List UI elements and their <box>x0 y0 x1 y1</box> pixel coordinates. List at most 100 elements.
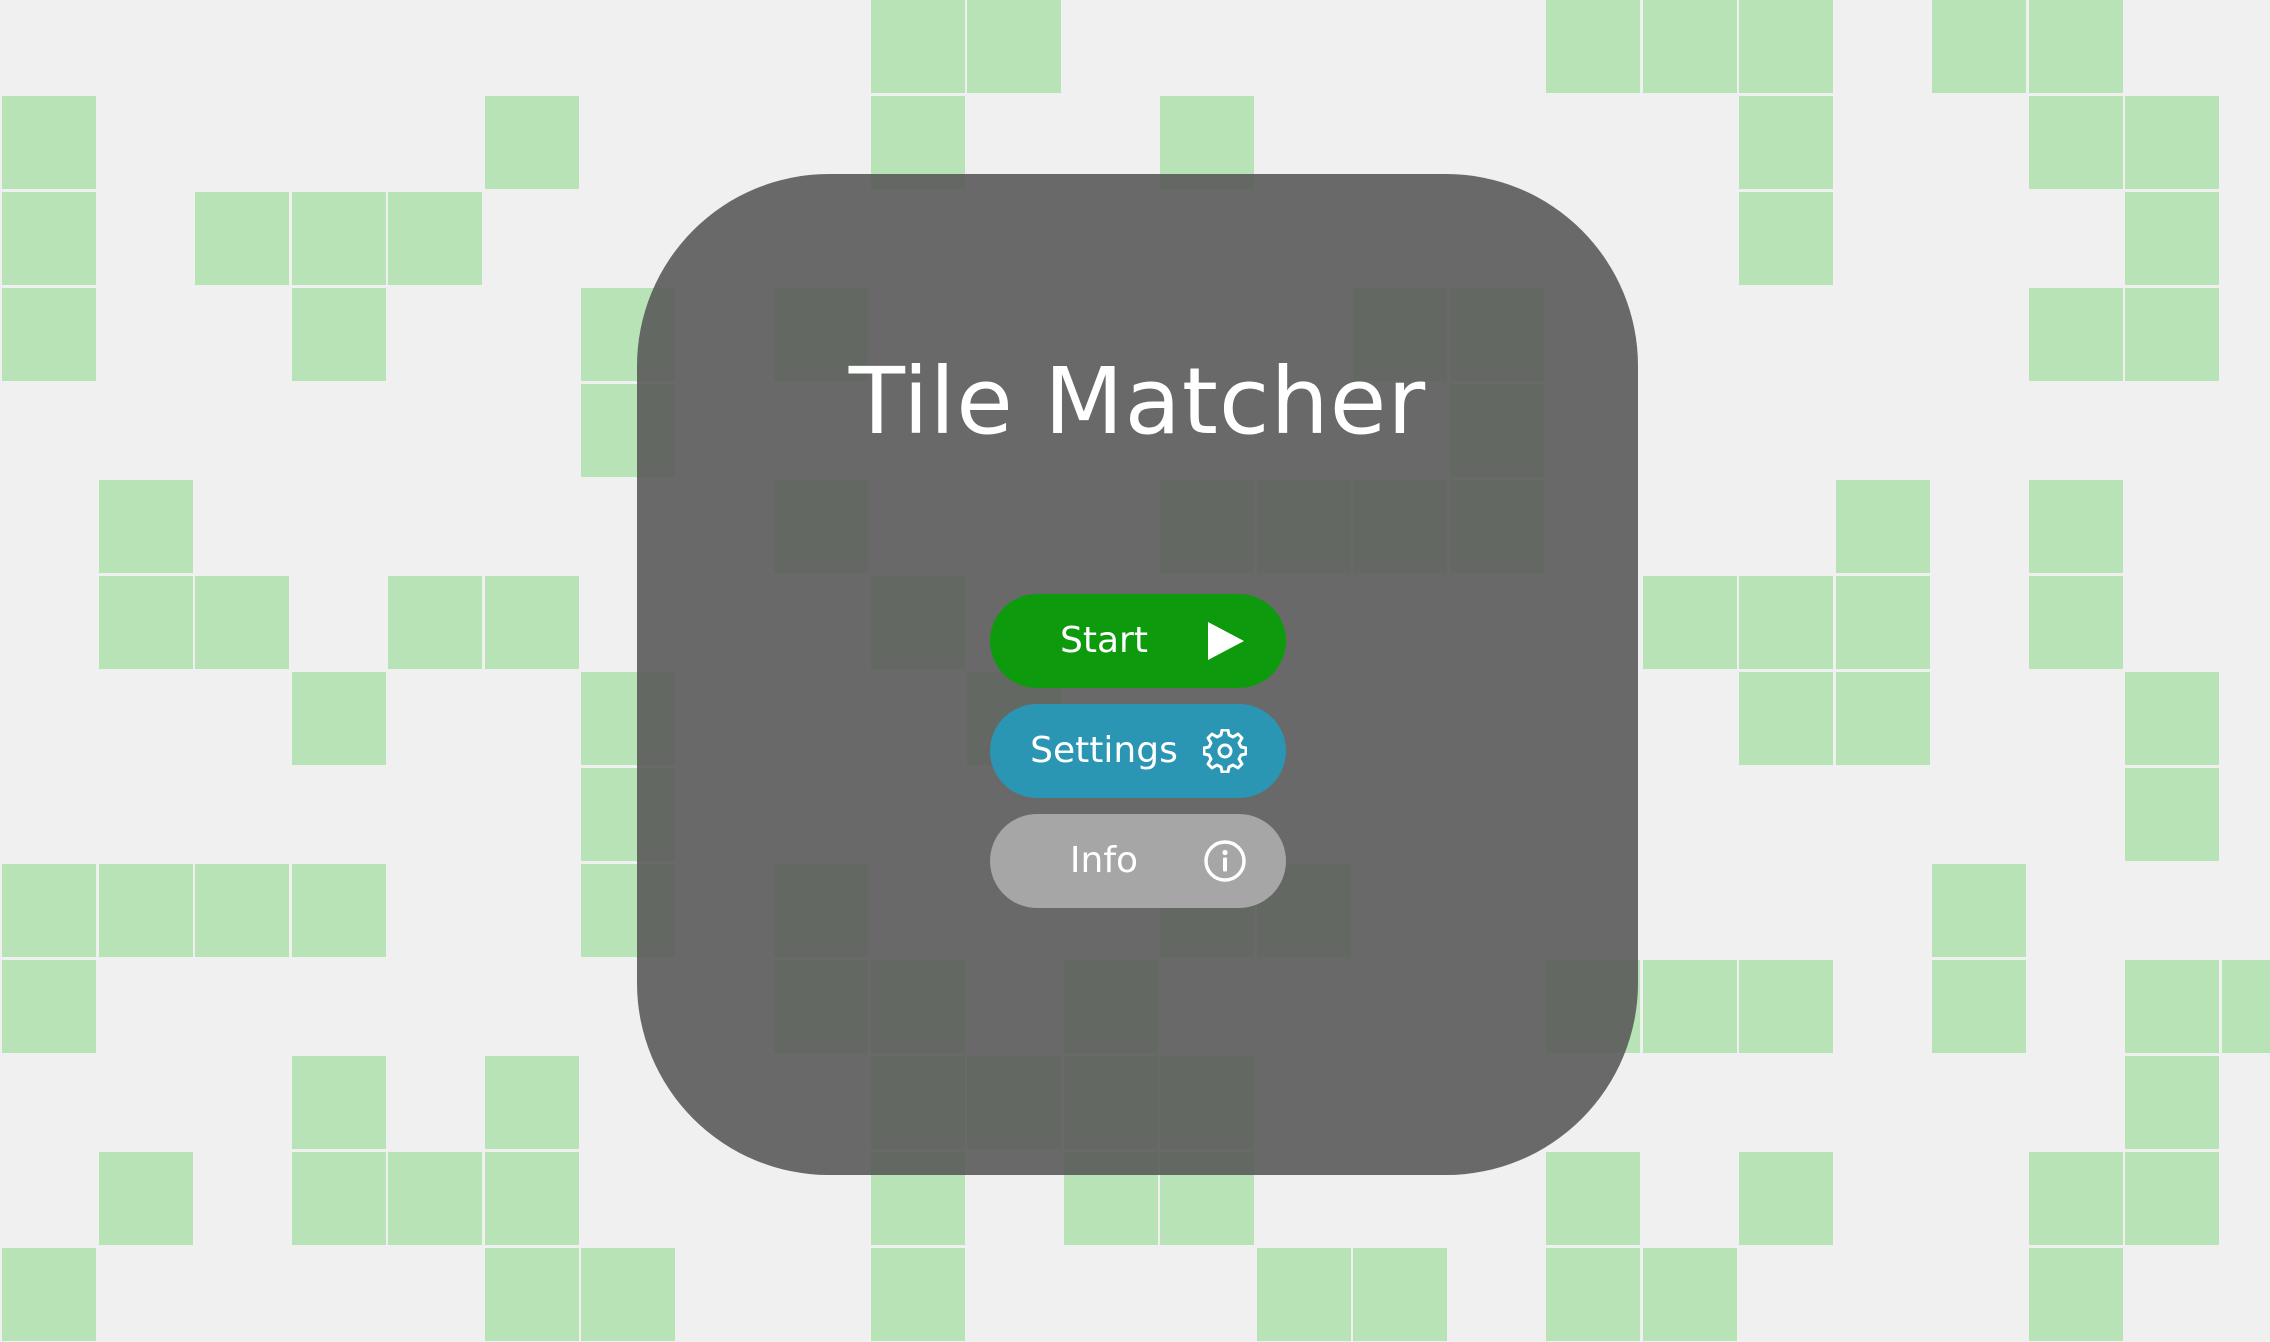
tile-empty[interactable] <box>2221 576 2270 669</box>
tile-filled[interactable] <box>2028 96 2123 189</box>
tile-empty[interactable] <box>774 1248 868 1341</box>
tile-empty[interactable] <box>98 288 193 381</box>
tile-filled[interactable] <box>1835 480 1930 573</box>
tile-filled[interactable] <box>195 192 289 285</box>
tile-filled[interactable] <box>2 96 96 189</box>
tile-empty[interactable] <box>1739 384 1833 477</box>
tile-empty[interactable] <box>291 96 386 189</box>
tile-empty[interactable] <box>484 864 579 957</box>
tile-empty[interactable] <box>1835 1152 1930 1245</box>
tile-empty[interactable] <box>1642 1056 1737 1149</box>
tile-empty[interactable] <box>1932 1152 2026 1245</box>
tile-empty[interactable] <box>2125 864 2219 957</box>
tile-empty[interactable] <box>1642 96 1737 189</box>
tile-filled[interactable] <box>1739 0 1833 93</box>
tile-empty[interactable] <box>1932 288 2026 381</box>
tile-filled[interactable] <box>291 864 386 957</box>
tile-filled[interactable] <box>1739 96 1833 189</box>
tile-empty[interactable] <box>1835 384 1930 477</box>
tile-empty[interactable] <box>484 0 579 93</box>
tile-filled[interactable] <box>2 192 96 285</box>
tile-empty[interactable] <box>1835 1056 1930 1149</box>
info-button[interactable]: Info <box>990 814 1286 908</box>
tile-empty[interactable] <box>1932 1248 2026 1341</box>
tile-empty[interactable] <box>1835 288 1930 381</box>
tile-filled[interactable] <box>291 288 386 381</box>
tile-empty[interactable] <box>195 384 289 477</box>
tile-empty[interactable] <box>1642 1152 1737 1245</box>
tile-empty[interactable] <box>98 768 193 861</box>
tile-filled[interactable] <box>98 1152 193 1245</box>
tile-empty[interactable] <box>388 1248 482 1341</box>
tile-empty[interactable] <box>1160 0 1254 93</box>
tile-empty[interactable] <box>484 288 579 381</box>
tile-empty[interactable] <box>1642 288 1737 381</box>
tile-empty[interactable] <box>388 960 482 1053</box>
tile-empty[interactable] <box>1932 1056 2026 1149</box>
tile-filled[interactable] <box>2125 1056 2219 1149</box>
tile-filled[interactable] <box>1739 960 1833 1053</box>
tile-empty[interactable] <box>1932 96 2026 189</box>
tile-filled[interactable] <box>1932 864 2026 957</box>
tile-filled[interactable] <box>484 96 579 189</box>
tile-filled[interactable] <box>2 864 96 957</box>
tile-empty[interactable] <box>1642 192 1737 285</box>
tile-empty[interactable] <box>195 1152 289 1245</box>
tile-empty[interactable] <box>484 672 579 765</box>
tile-filled[interactable] <box>388 192 482 285</box>
tile-empty[interactable] <box>581 1152 675 1245</box>
tile-empty[interactable] <box>195 288 289 381</box>
tile-filled[interactable] <box>484 1248 579 1341</box>
tile-empty[interactable] <box>1739 480 1833 573</box>
tile-filled[interactable] <box>484 1152 579 1245</box>
tile-empty[interactable] <box>195 672 289 765</box>
tile-empty[interactable] <box>2028 864 2123 957</box>
tile-filled[interactable] <box>291 1152 386 1245</box>
tile-empty[interactable] <box>388 96 482 189</box>
tile-empty[interactable] <box>195 96 289 189</box>
tile-empty[interactable] <box>484 480 579 573</box>
tile-filled[interactable] <box>2 960 96 1053</box>
tile-empty[interactable] <box>291 576 386 669</box>
tile-filled[interactable] <box>2028 1248 2123 1341</box>
tile-empty[interactable] <box>98 672 193 765</box>
tile-empty[interactable] <box>388 288 482 381</box>
tile-empty[interactable] <box>388 768 482 861</box>
tile-empty[interactable] <box>2125 0 2219 93</box>
tile-empty[interactable] <box>1835 1248 1930 1341</box>
tile-filled[interactable] <box>1256 1248 1351 1341</box>
tile-filled[interactable] <box>2125 768 2219 861</box>
tile-empty[interactable] <box>2221 672 2270 765</box>
tile-empty[interactable] <box>2221 1056 2270 1149</box>
tile-empty[interactable] <box>2221 192 2270 285</box>
tile-empty[interactable] <box>1449 0 1544 93</box>
tile-filled[interactable] <box>195 864 289 957</box>
tile-filled[interactable] <box>870 1248 965 1341</box>
tile-empty[interactable] <box>2 0 96 93</box>
tile-filled[interactable] <box>98 480 193 573</box>
tile-empty[interactable] <box>291 0 386 93</box>
tile-empty[interactable] <box>291 960 386 1053</box>
tile-filled[interactable] <box>2125 288 2219 381</box>
tile-empty[interactable] <box>2028 384 2123 477</box>
tile-filled[interactable] <box>967 0 1061 93</box>
tile-empty[interactable] <box>388 480 482 573</box>
tile-filled[interactable] <box>2 1248 96 1341</box>
tile-empty[interactable] <box>388 384 482 477</box>
tile-filled[interactable] <box>1546 1152 1640 1245</box>
tile-empty[interactable] <box>484 384 579 477</box>
tile-empty[interactable] <box>484 192 579 285</box>
tile-filled[interactable] <box>1932 0 2026 93</box>
tile-filled[interactable] <box>98 576 193 669</box>
tile-empty[interactable] <box>1642 864 1737 957</box>
tile-filled[interactable] <box>1642 0 1737 93</box>
tile-filled[interactable] <box>1739 192 1833 285</box>
settings-button[interactable]: Settings <box>990 704 1286 798</box>
tile-empty[interactable] <box>1739 1248 1833 1341</box>
tile-empty[interactable] <box>1739 768 1833 861</box>
tile-empty[interactable] <box>677 1152 772 1245</box>
tile-filled[interactable] <box>2221 960 2270 1053</box>
tile-empty[interactable] <box>2 672 96 765</box>
tile-empty[interactable] <box>291 480 386 573</box>
tile-empty[interactable] <box>291 1248 386 1341</box>
